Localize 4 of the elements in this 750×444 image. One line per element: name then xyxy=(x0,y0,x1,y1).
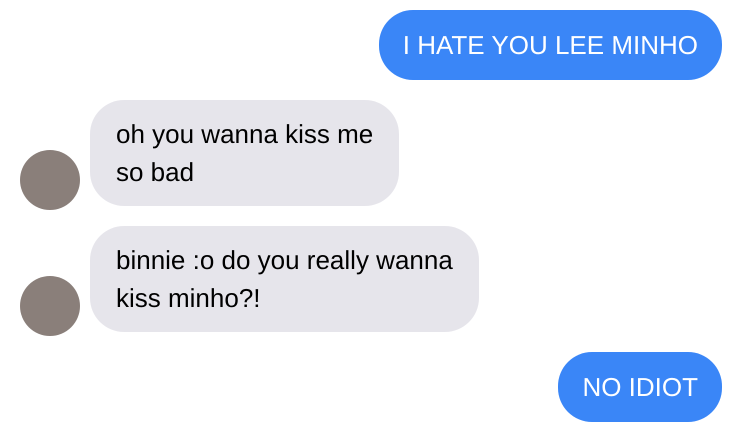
message-bubble: NO IDIOT xyxy=(558,352,722,422)
message-bubble: binnie :o do you really wanna kiss minho?! xyxy=(90,226,479,332)
message-bubble: oh you wanna kiss me so bad xyxy=(90,100,400,206)
message-bubble: I HATE YOU LEE MINHO xyxy=(378,10,722,80)
